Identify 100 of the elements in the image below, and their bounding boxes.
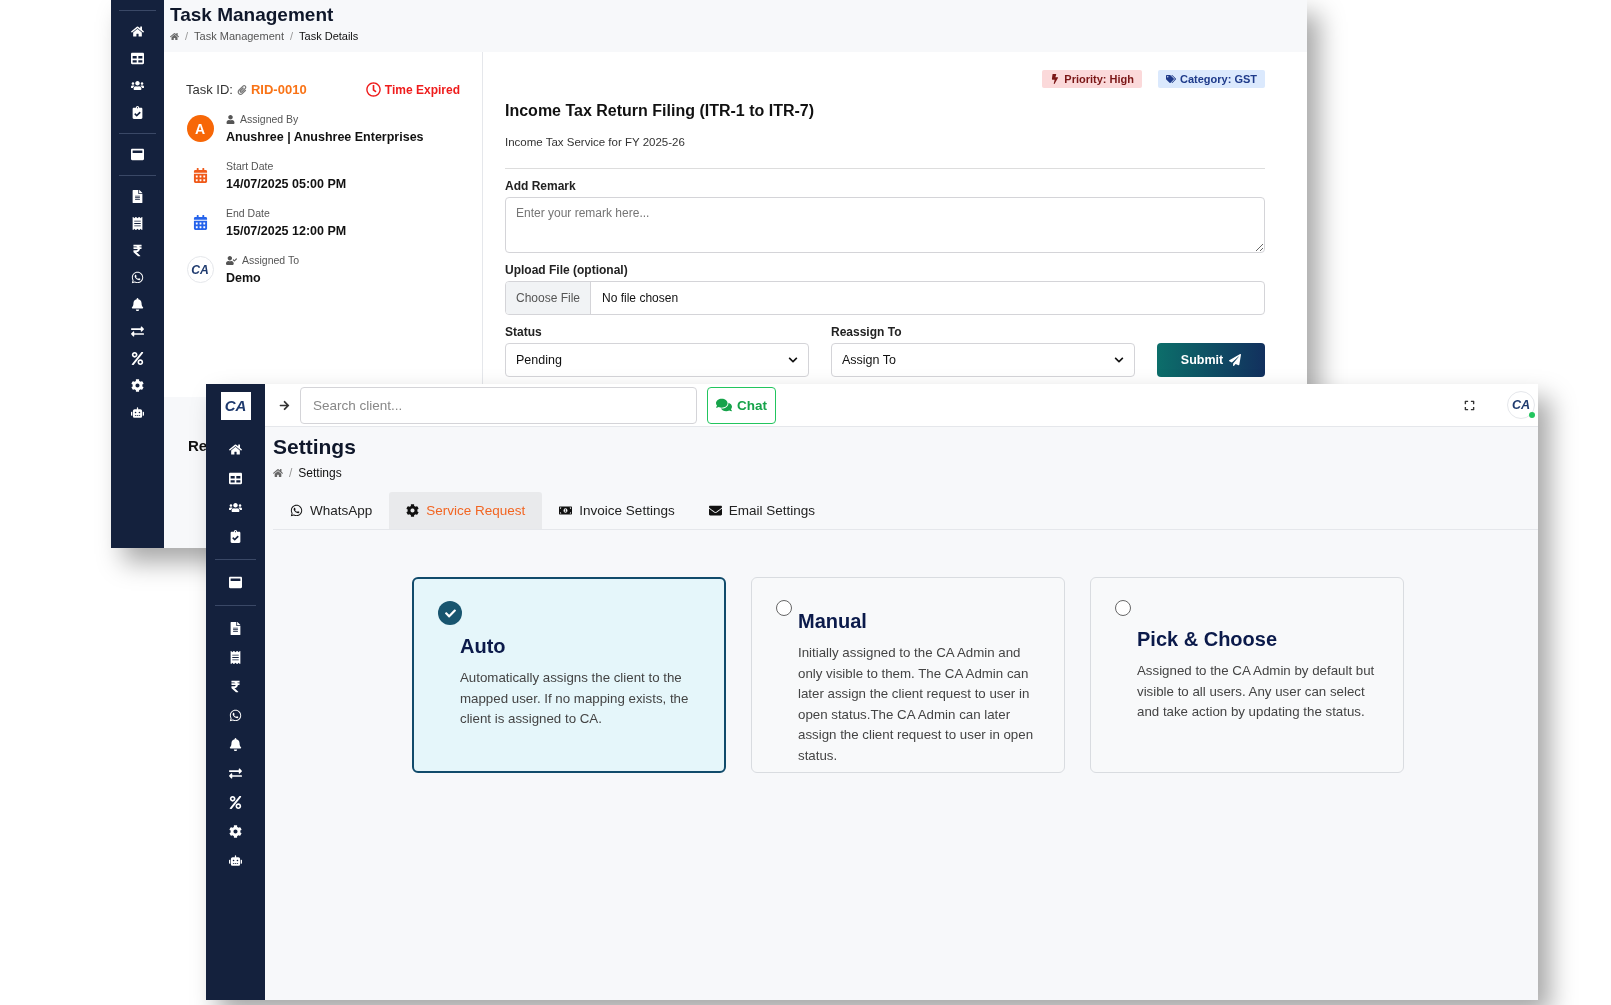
user-check-icon: [226, 254, 237, 266]
fullscreen-icon[interactable]: [1464, 399, 1475, 411]
calendar-icon: [192, 215, 208, 230]
breadcrumb-separator: /: [289, 30, 293, 42]
settings-icon[interactable]: [131, 379, 144, 392]
reassign-dropdown[interactable]: Assign To: [831, 343, 1135, 377]
whatsapp-icon[interactable]: [229, 709, 242, 722]
banknote-icon: [559, 504, 573, 517]
robot-icon[interactable]: [229, 854, 242, 867]
document-icon[interactable]: [229, 622, 242, 635]
clock-icon: [365, 82, 381, 97]
window-icon[interactable]: [229, 576, 242, 589]
bell-icon[interactable]: [131, 298, 144, 311]
clipboard-icon[interactable]: [131, 106, 144, 119]
breadcrumb-item[interactable]: Task Management: [194, 30, 284, 42]
breadcrumb-separator: /: [185, 30, 189, 42]
home-icon[interactable]: [229, 443, 242, 456]
option-description: Automatically assigns the client to the mapped user. If no mapping exists, the client is assigned to CA.: [460, 669, 690, 728]
users-icon[interactable]: [229, 501, 242, 514]
bell-icon[interactable]: [229, 738, 242, 751]
radio-button[interactable]: [1115, 600, 1131, 616]
page-title: Settings: [273, 435, 357, 459]
whatsapp-icon: [290, 504, 303, 517]
detail-label: End Date: [226, 207, 270, 219]
task-id-label: Task ID:: [186, 82, 233, 97]
detail-value: Anushree | Anushree Enterprises: [226, 130, 424, 144]
file-input[interactable]: Choose File No file chosen: [505, 281, 1265, 315]
detail-label: Assigned To: [242, 254, 299, 266]
settings-tab[interactable]: Invoice Settings: [542, 492, 692, 529]
category-badge: Category: GST: [1158, 70, 1265, 88]
paperclip-icon: [236, 84, 247, 95]
option-title: Pick & Choose: [1137, 628, 1279, 651]
detail-value: Demo: [226, 271, 262, 285]
settings-tab[interactable]: WhatsApp: [273, 492, 390, 529]
option-title: Manual: [798, 610, 868, 633]
detail-value: 15/07/2025 12:00 PM: [226, 224, 347, 238]
detail-label: Assigned By: [240, 113, 299, 125]
breadcrumb-item: Settings: [298, 466, 342, 480]
task-id: RID-0010: [250, 82, 307, 97]
detail-label: Start Date: [226, 160, 274, 172]
radio-button[interactable]: [776, 600, 792, 616]
bolt-icon: [1050, 74, 1061, 84]
arrows-icon[interactable]: [131, 325, 144, 338]
robot-icon[interactable]: [131, 406, 144, 419]
chevron-icon: [1114, 355, 1124, 365]
logo[interactable]: CA: [220, 391, 251, 420]
envelope-icon: [708, 504, 722, 517]
option-description: Initially assigned to the CA Admin and only visible to them. The CA Admin can later assign the client request to user in open status.The CA Admin can later assign the client request to user in open status.: [798, 644, 1035, 765]
remark-field[interactable]: Enter your remark here...: [505, 197, 1265, 253]
receipt-icon[interactable]: [229, 651, 242, 664]
section-heading: Re: [188, 437, 208, 454]
settings-icon[interactable]: [229, 825, 242, 838]
window-icon[interactable]: [131, 148, 144, 161]
table-icon[interactable]: [229, 472, 242, 485]
breadcrumb-separator: /: [289, 466, 293, 480]
service-subtitle: Income Tax Service for FY 2025-26: [505, 136, 1265, 169]
home-icon[interactable]: [131, 25, 144, 38]
expired-status: Time Expired: [384, 82, 460, 97]
table-icon[interactable]: [131, 52, 144, 65]
option-card[interactable]: [751, 577, 1065, 773]
page-title: Task Management: [170, 4, 335, 26]
checked-radio[interactable]: [438, 601, 462, 625]
users-icon[interactable]: [131, 79, 144, 92]
send-icon: [1229, 354, 1242, 366]
percent-icon[interactable]: [131, 352, 144, 365]
field-label: Upload File (optional): [505, 263, 629, 277]
priority-badge: Priority: High: [1042, 70, 1142, 88]
rupee-icon[interactable]: [131, 244, 144, 257]
user-avatar: A: [186, 115, 214, 142]
user-icon: [226, 114, 235, 124]
chevron-icon: [788, 355, 798, 365]
profile-avatar[interactable]: CA: [1507, 391, 1535, 419]
settings-icon: [406, 504, 420, 517]
breadcrumb-item: Task Details: [299, 30, 359, 42]
percent-icon[interactable]: [229, 796, 242, 809]
field-label: Reassign To: [831, 325, 903, 339]
arrows-icon[interactable]: [229, 767, 242, 780]
chat-icon: [716, 397, 732, 413]
rupee-icon[interactable]: [229, 680, 242, 693]
receipt-icon[interactable]: [131, 217, 144, 230]
option-card[interactable]: Auto Automatically assigns the client to the mapped user. If no mapping exists, the client is assigned to CA.: [412, 577, 726, 773]
option-description: Assigned to the CA Admin by default but visible to all users. Any user can select and take action by updating the status.: [1137, 662, 1376, 721]
tags-icon: [1166, 74, 1176, 84]
submit-button[interactable]: Submit: [1157, 343, 1265, 377]
collapse-icon[interactable]: [279, 399, 290, 411]
field-label: Status: [505, 325, 543, 339]
status-dropdown[interactable]: Pending: [505, 343, 809, 377]
calendar-icon: [192, 168, 208, 183]
option-title: Auto: [460, 635, 507, 658]
check-icon: [444, 607, 456, 619]
settings-tab[interactable]: Email Settings: [691, 492, 832, 529]
whatsapp-icon[interactable]: [131, 271, 144, 284]
search-field[interactable]: Search client...: [300, 386, 697, 424]
clipboard-icon[interactable]: [229, 530, 242, 543]
document-icon[interactable]: [131, 190, 144, 203]
service-title: Income Tax Return Filing (ITR-1 to ITR-7): [505, 102, 816, 120]
field-label: Add Remark: [505, 179, 577, 193]
logo-avatar: CA: [186, 256, 214, 283]
option-card[interactable]: Pick & Choose Assigned to the CA Admin by default but visible to all users. Any user can select and take action by updating the status.: [1090, 577, 1404, 773]
detail-value: 14/07/2025 05:00 PM: [226, 177, 347, 191]
